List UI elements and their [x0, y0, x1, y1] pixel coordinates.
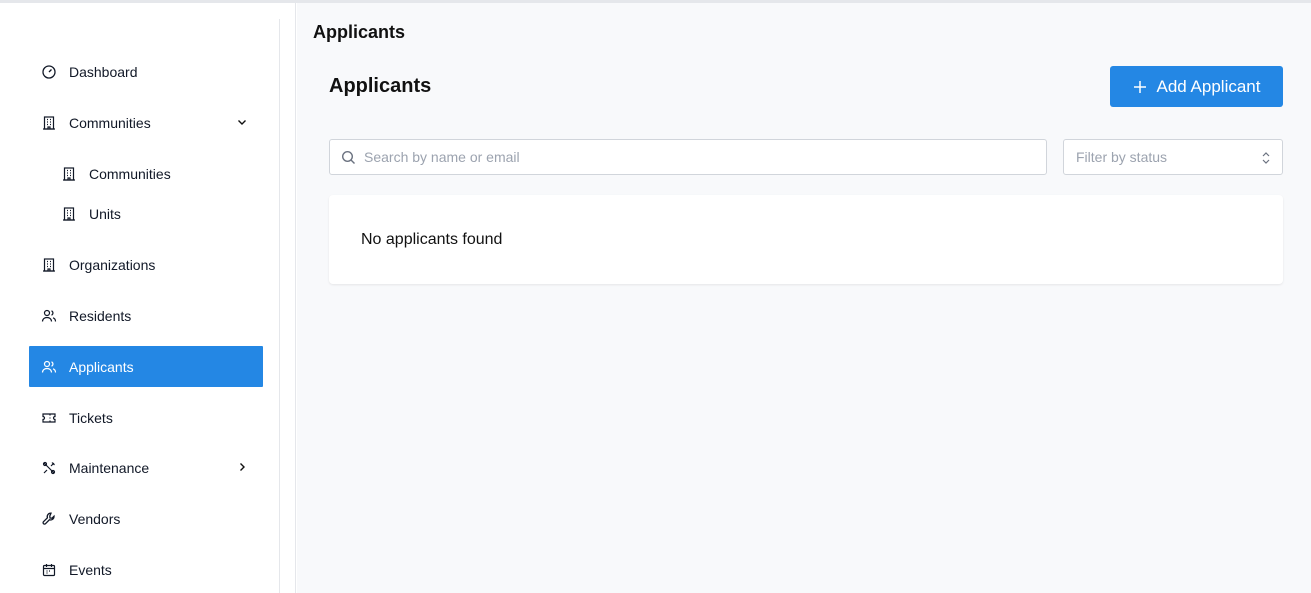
- sidebar-item-label: Vendors: [69, 510, 121, 527]
- chevron-down-icon[interactable]: [235, 115, 249, 129]
- building-icon: [41, 115, 57, 131]
- search-input[interactable]: [364, 140, 1044, 174]
- tools-icon: [41, 460, 57, 476]
- add-applicant-label: Add Applicant: [1156, 76, 1261, 96]
- users-icon: [41, 359, 57, 375]
- breadcrumb-title: Applicants: [313, 22, 406, 42]
- add-applicant-button[interactable]: Add Applicant: [1110, 66, 1283, 107]
- status-filter-placeholder: Filter by status: [1076, 149, 1168, 165]
- sidebar-item-applicants[interactable]: Applicants: [29, 346, 263, 387]
- gauge-icon: [41, 64, 57, 80]
- sidebar-subitem-units[interactable]: Units: [49, 193, 263, 234]
- sidebar-item-tickets[interactable]: Tickets: [29, 397, 263, 438]
- sidebar-item-label: Dashboard: [69, 63, 138, 80]
- sidebar-item-label: Communities: [89, 165, 171, 182]
- sidebar-item-label: Events: [69, 561, 112, 578]
- wrench-icon: [41, 511, 57, 527]
- sidebar-item-communities[interactable]: Communities: [29, 102, 263, 143]
- plus-icon: [1133, 80, 1147, 94]
- sidebar-item-label: Communities: [69, 114, 151, 131]
- select-updown-icon: [1260, 151, 1272, 165]
- sidebar-item-label: Applicants: [69, 358, 134, 375]
- sidebar-item-maintenance[interactable]: Maintenance: [29, 447, 263, 488]
- search-box: [329, 139, 1047, 175]
- sidebar-item-label: Maintenance: [69, 459, 150, 476]
- main-content: Applicants Applicants Add Applicant Filt…: [297, 3, 1311, 593]
- sidebar-item-events[interactable]: Events: [29, 549, 263, 590]
- page-title: Applicants: [329, 75, 432, 97]
- search-icon: [341, 150, 356, 165]
- sidebar-divider: [279, 19, 280, 593]
- building-icon: [41, 257, 57, 273]
- building-icon: [61, 166, 77, 182]
- sidebar-item-label: Tickets: [69, 409, 113, 426]
- sidebar-item-label: Residents: [69, 307, 132, 324]
- empty-state-message: No applicants found: [361, 231, 503, 248]
- users-icon: [41, 308, 57, 324]
- chevron-right-icon[interactable]: [235, 460, 249, 474]
- sidebar: Dashboard Communities Communities Units …: [0, 3, 296, 593]
- sidebar-item-dashboard[interactable]: Dashboard: [29, 51, 263, 92]
- building-icon: [61, 206, 77, 222]
- sidebar-item-residents[interactable]: Residents: [29, 295, 263, 336]
- sidebar-subitem-communities[interactable]: Communities: [49, 153, 263, 194]
- status-filter-select[interactable]: Filter by status: [1063, 139, 1283, 175]
- sidebar-item-label: Organizations: [69, 256, 156, 273]
- ticket-icon: [41, 410, 57, 426]
- sidebar-item-label: Units: [89, 205, 121, 222]
- empty-state-card: No applicants found: [329, 195, 1283, 284]
- sidebar-item-organizations[interactable]: Organizations: [29, 244, 263, 285]
- calendar-icon: [41, 562, 57, 578]
- sidebar-item-vendors[interactable]: Vendors: [29, 498, 263, 539]
